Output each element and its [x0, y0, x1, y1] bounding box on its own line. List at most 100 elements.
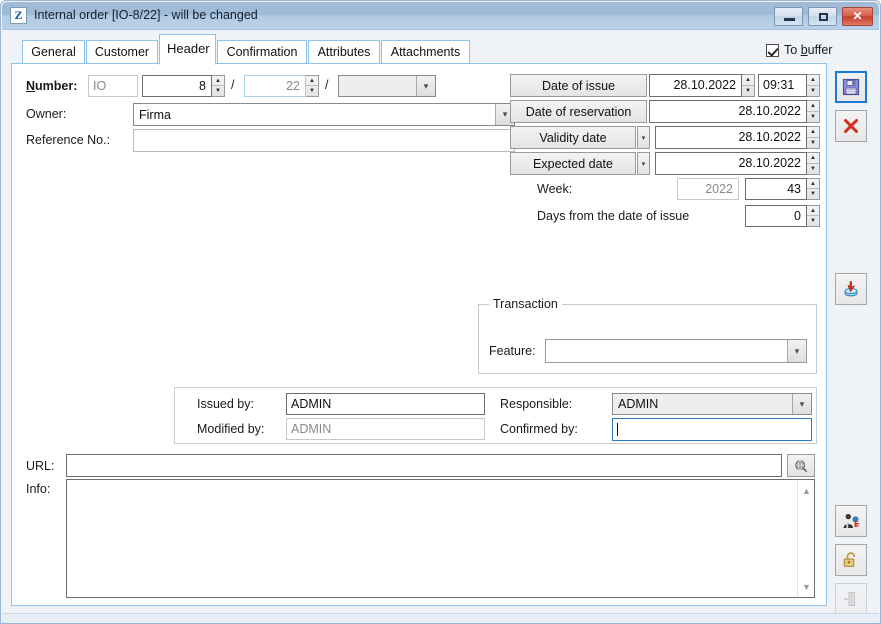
date-of-reservation-button[interactable]: Date of reservation: [510, 100, 647, 123]
info-label: Info:: [26, 482, 51, 496]
responsible-label: Responsible:: [500, 397, 573, 411]
spinner-up-icon[interactable]: ▲: [807, 101, 819, 112]
globe-search-icon: [795, 459, 808, 472]
spinner-up-icon[interactable]: ▲: [807, 75, 819, 86]
user-key-icon: [843, 513, 859, 528]
time-of-issue-field[interactable]: 09:31: [758, 74, 807, 97]
expected-date-dropdown-icon[interactable]: ▾: [637, 152, 650, 175]
issued-by-field[interactable]: ADMIN: [286, 393, 485, 415]
number-year-field[interactable]: 22: [244, 75, 306, 97]
issued-by-label: Issued by:: [197, 397, 254, 411]
number-serial-field[interactable]: 8: [142, 75, 212, 97]
tab-attributes[interactable]: Attributes: [308, 40, 380, 64]
responsible-combo[interactable]: ADMIN ▾: [612, 393, 812, 415]
spinner-up-icon[interactable]: ▲: [742, 75, 754, 86]
info-textarea[interactable]: ▲ ▼: [66, 479, 815, 598]
transaction-title: Transaction: [489, 297, 562, 311]
expected-date-button[interactable]: Expected date: [510, 152, 636, 175]
date-of-issue-button[interactable]: Date of issue: [510, 74, 647, 97]
validity-date-button[interactable]: Validity date: [510, 126, 636, 149]
modified-by-field[interactable]: ADMIN: [286, 418, 485, 440]
expected-date-spinner[interactable]: ▲ ▼: [807, 152, 820, 175]
spinner-up-icon[interactable]: ▲: [212, 76, 224, 86]
app-logo-icon: Z: [10, 7, 27, 24]
spinner-up-icon[interactable]: ▲: [807, 179, 819, 189]
modified-by-label: Modified by:: [197, 422, 265, 436]
maximize-button[interactable]: [808, 7, 837, 26]
week-number-field[interactable]: 43: [745, 178, 807, 200]
unlock-button[interactable]: [835, 544, 867, 576]
week-year-field[interactable]: 2022: [677, 178, 739, 200]
tab-header[interactable]: Header: [159, 34, 216, 65]
pin-button: [835, 583, 867, 615]
chevron-down-icon[interactable]: ▾: [416, 76, 435, 96]
tab-customer[interactable]: Customer: [86, 40, 158, 64]
spinner-down-icon[interactable]: ▼: [742, 86, 754, 97]
spinner-down-icon[interactable]: ▼: [306, 86, 318, 96]
validity-date-spinner[interactable]: ▲ ▼: [807, 126, 820, 149]
spinner-down-icon[interactable]: ▼: [807, 189, 819, 199]
number-extra-combo[interactable]: ▾: [338, 75, 436, 97]
spinner-down-icon[interactable]: ▼: [807, 164, 819, 175]
reference-label: Reference No.:: [26, 133, 111, 147]
to-buffer-label: To buffer: [784, 43, 833, 57]
tab-confirmation[interactable]: Confirmation: [217, 40, 307, 64]
save-button[interactable]: [835, 71, 867, 103]
checkbox-box: [766, 43, 779, 57]
date-of-reservation-spinner[interactable]: ▲ ▼: [807, 100, 820, 123]
days-from-issue-spinner[interactable]: ▲ ▼: [807, 205, 820, 227]
chevron-down-icon[interactable]: ▾: [792, 394, 811, 414]
tab-attachments[interactable]: Attachments: [381, 40, 470, 64]
number-year-spinner[interactable]: ▲ ▼: [306, 75, 319, 97]
feature-combo[interactable]: ▾: [545, 339, 807, 363]
days-from-issue-field[interactable]: 0: [745, 205, 807, 227]
floppy-disk-icon: [842, 78, 860, 96]
spinner-down-icon[interactable]: ▼: [807, 86, 819, 97]
responsible-value: ADMIN: [618, 397, 659, 411]
date-of-reservation-field[interactable]: 28.10.2022: [649, 100, 807, 123]
number-prefix-field[interactable]: IO: [88, 75, 138, 97]
to-buffer-checkbox[interactable]: To buffer: [766, 43, 832, 57]
date-of-issue-spinner[interactable]: ▲ ▼: [742, 74, 755, 97]
delete-button[interactable]: [835, 110, 867, 142]
tab-general[interactable]: General: [22, 40, 85, 64]
url-input[interactable]: [66, 454, 782, 477]
import-button[interactable]: [835, 273, 867, 305]
week-number-spinner[interactable]: ▲ ▼: [807, 178, 820, 200]
validity-date-field[interactable]: 28.10.2022: [655, 126, 807, 149]
number-label: Number:: [26, 79, 78, 93]
url-browse-button[interactable]: [787, 454, 815, 477]
owner-value: Firma: [139, 107, 171, 122]
header-tab-panel: Number: IO 8 ▲ ▼ / 22 ▲ ▼ / ▾ Owner: Fir…: [11, 63, 827, 606]
spinner-down-icon[interactable]: ▼: [807, 112, 819, 123]
confirmed-by-label: Confirmed by:: [500, 422, 578, 436]
spinner-down-icon[interactable]: ▼: [807, 216, 819, 226]
spinner-down-icon[interactable]: ▼: [807, 138, 819, 149]
info-scrollbar[interactable]: ▲ ▼: [797, 480, 814, 597]
minimize-button[interactable]: [774, 7, 803, 26]
minimize-icon: [784, 18, 795, 21]
validity-date-dropdown-icon[interactable]: ▾: [637, 126, 650, 149]
permissions-button[interactable]: [835, 505, 867, 537]
chevron-down-icon[interactable]: ▾: [787, 340, 806, 362]
red-x-icon: [844, 119, 858, 133]
number-separator-1: /: [231, 78, 235, 92]
spinner-up-icon[interactable]: ▲: [807, 127, 819, 138]
reference-input[interactable]: [133, 129, 515, 152]
spinner-up-icon[interactable]: ▲: [306, 76, 318, 86]
confirmed-by-field[interactable]: [612, 418, 812, 441]
spinner-up-icon[interactable]: ▲: [807, 153, 819, 164]
maximize-icon: [819, 13, 828, 21]
number-separator-2: /: [325, 78, 329, 92]
close-button[interactable]: ✕: [842, 7, 873, 26]
scroll-up-icon[interactable]: ▲: [798, 482, 815, 499]
time-of-issue-spinner[interactable]: ▲ ▼: [807, 74, 820, 97]
owner-combo[interactable]: Firma ▾: [133, 103, 515, 126]
scroll-down-icon[interactable]: ▼: [798, 578, 815, 595]
spinner-up-icon[interactable]: ▲: [807, 206, 819, 216]
open-padlock-icon: [843, 552, 855, 567]
spinner-down-icon[interactable]: ▼: [212, 86, 224, 96]
date-of-issue-field[interactable]: 28.10.2022: [649, 74, 742, 97]
number-serial-spinner[interactable]: ▲ ▼: [212, 75, 225, 97]
expected-date-field[interactable]: 28.10.2022: [655, 152, 807, 175]
